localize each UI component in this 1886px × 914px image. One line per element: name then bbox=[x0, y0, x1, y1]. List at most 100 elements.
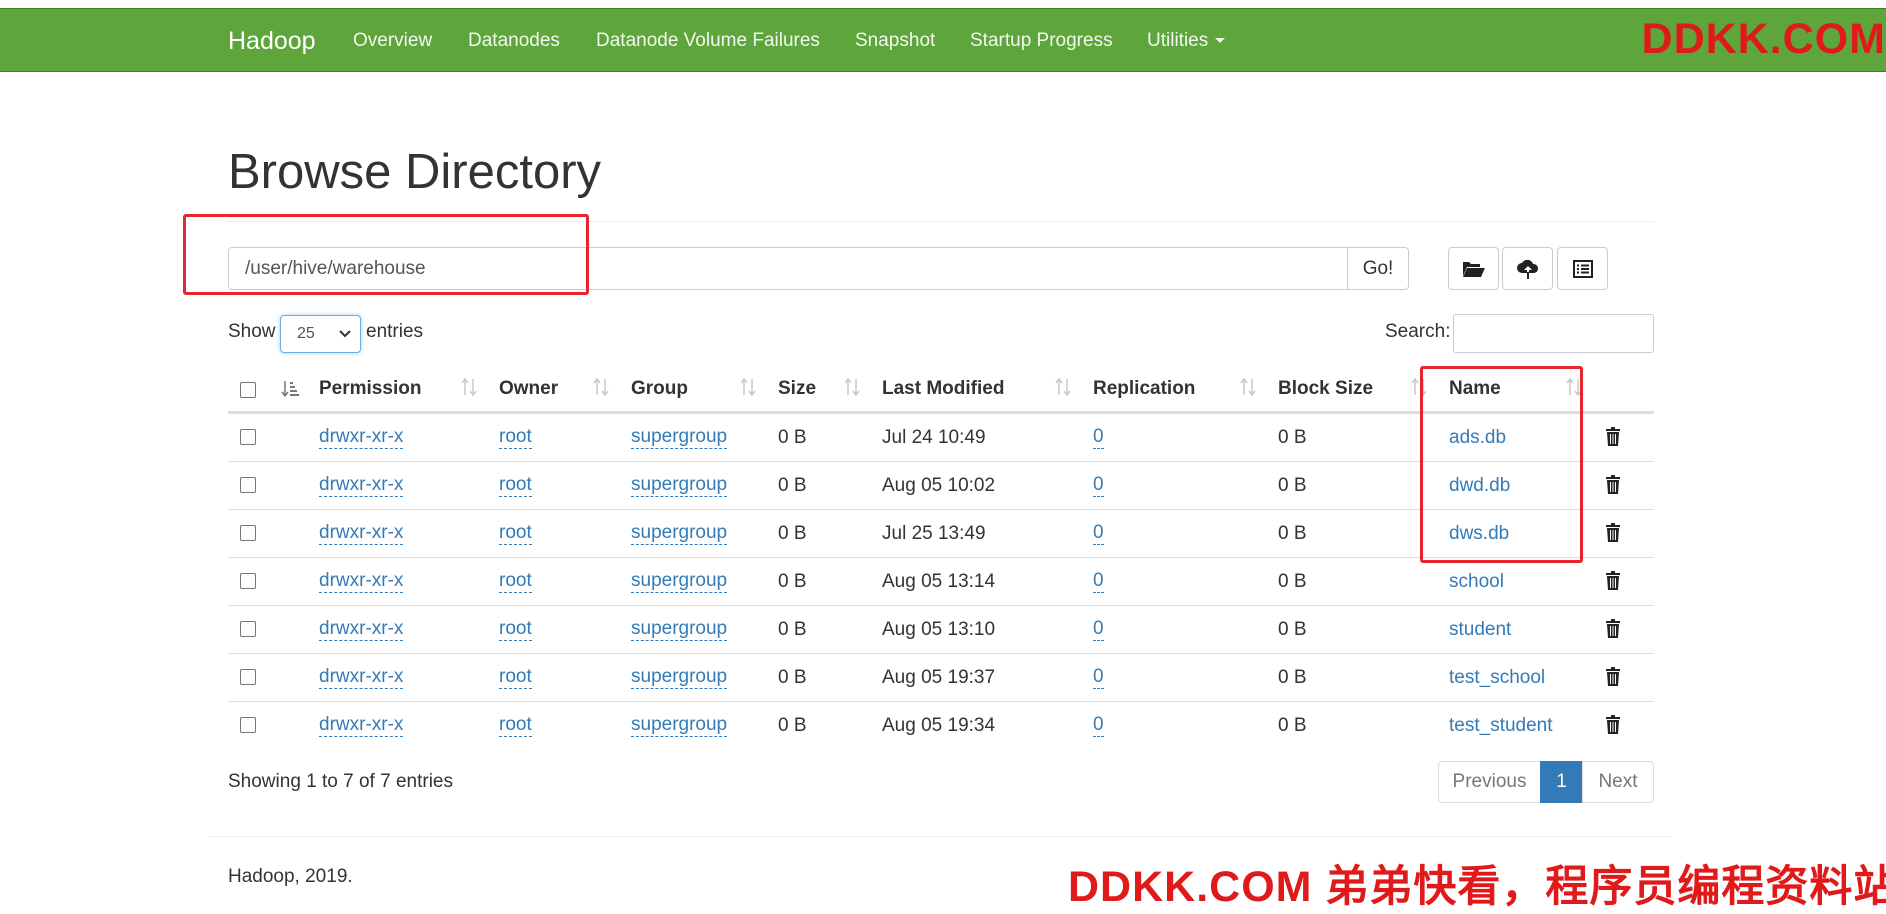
table-row: drwxr-xr-x root supergroup 0 B Aug 05 13… bbox=[228, 605, 1654, 653]
replication-value[interactable]: 0 bbox=[1093, 714, 1104, 737]
column-group[interactable]: Group bbox=[631, 367, 688, 411]
group-value[interactable]: supergroup bbox=[631, 666, 728, 689]
trash-icon[interactable] bbox=[1605, 523, 1621, 543]
file-name-link[interactable]: test_school bbox=[1449, 667, 1545, 689]
entries-per-page-select[interactable]: 25 bbox=[280, 315, 361, 353]
table-row: drwxr-xr-x root supergroup 0 B Aug 05 19… bbox=[228, 653, 1654, 701]
column-last-modified[interactable]: Last Modified bbox=[882, 367, 1004, 411]
sort-both-icon[interactable] bbox=[461, 377, 477, 397]
permission-value[interactable]: drwxr-xr-x bbox=[319, 570, 404, 593]
nav-datanodes[interactable]: Datanodes bbox=[468, 9, 560, 73]
owner-value[interactable]: root bbox=[499, 522, 532, 545]
pagination-next[interactable]: Next bbox=[1582, 761, 1654, 803]
row-checkbox[interactable] bbox=[240, 429, 256, 445]
size-value: 0 B bbox=[778, 714, 807, 736]
trash-icon[interactable] bbox=[1605, 427, 1621, 447]
size-value: 0 B bbox=[778, 522, 807, 544]
top-navbar: Hadoop Overview Datanodes Datanode Volum… bbox=[0, 8, 1886, 72]
column-replication[interactable]: Replication bbox=[1093, 367, 1195, 411]
replication-value[interactable]: 0 bbox=[1093, 522, 1104, 545]
replication-value[interactable]: 0 bbox=[1093, 426, 1104, 449]
sort-both-icon[interactable] bbox=[593, 377, 609, 397]
column-block-size[interactable]: Block Size bbox=[1278, 367, 1373, 411]
entries-select-value: 25 bbox=[297, 325, 315, 342]
trash-icon[interactable] bbox=[1605, 667, 1621, 687]
sort-both-icon[interactable] bbox=[844, 377, 860, 397]
sort-both-icon[interactable] bbox=[1240, 377, 1256, 397]
owner-value[interactable]: root bbox=[499, 570, 532, 593]
file-name-link[interactable]: school bbox=[1449, 571, 1504, 593]
sort-both-icon[interactable] bbox=[740, 377, 756, 397]
group-value[interactable]: supergroup bbox=[631, 570, 728, 593]
nav-startup-progress[interactable]: Startup Progress bbox=[970, 9, 1113, 73]
row-checkbox[interactable] bbox=[240, 621, 256, 637]
group-value[interactable]: supergroup bbox=[631, 426, 728, 449]
permission-value[interactable]: drwxr-xr-x bbox=[319, 666, 404, 689]
column-size[interactable]: Size bbox=[778, 367, 816, 411]
go-button[interactable]: Go! bbox=[1347, 247, 1409, 290]
nav-overview[interactable]: Overview bbox=[353, 9, 432, 73]
trash-icon[interactable] bbox=[1605, 475, 1621, 495]
trash-icon[interactable] bbox=[1605, 571, 1621, 591]
show-label: Show bbox=[228, 321, 276, 342]
row-checkbox[interactable] bbox=[240, 525, 256, 541]
folder-open-icon bbox=[1462, 261, 1485, 277]
replication-value[interactable]: 0 bbox=[1093, 474, 1104, 497]
block-size-value: 0 B bbox=[1278, 570, 1307, 592]
nav-utilities-label: Utilities bbox=[1147, 30, 1209, 51]
pagination-page-1[interactable]: 1 bbox=[1540, 761, 1583, 803]
nav-datanode-volume-failures[interactable]: Datanode Volume Failures bbox=[596, 9, 820, 73]
column-owner[interactable]: Owner bbox=[499, 367, 558, 411]
owner-value[interactable]: root bbox=[499, 474, 532, 497]
file-name-link[interactable]: student bbox=[1449, 619, 1511, 641]
search-input[interactable] bbox=[1453, 314, 1654, 353]
trash-icon[interactable] bbox=[1605, 619, 1621, 639]
row-checkbox[interactable] bbox=[240, 477, 256, 493]
owner-value[interactable]: root bbox=[499, 666, 532, 689]
highlight-path-box bbox=[183, 214, 589, 295]
nav-snapshot[interactable]: Snapshot bbox=[855, 9, 935, 73]
group-value[interactable]: supergroup bbox=[631, 474, 728, 497]
modified-value: Jul 25 13:49 bbox=[882, 522, 986, 544]
replication-value[interactable]: 0 bbox=[1093, 666, 1104, 689]
size-value: 0 B bbox=[778, 474, 807, 496]
cloud-upload-icon bbox=[1516, 259, 1538, 279]
owner-value[interactable]: root bbox=[499, 714, 532, 737]
search-label: Search: bbox=[1385, 321, 1451, 342]
table-row: drwxr-xr-x root supergroup 0 B Aug 05 19… bbox=[228, 701, 1654, 749]
permission-value[interactable]: drwxr-xr-x bbox=[319, 474, 404, 497]
cut-paste-button[interactable] bbox=[1557, 247, 1608, 290]
sort-both-icon[interactable] bbox=[1055, 377, 1071, 397]
nav-utilities-dropdown[interactable]: Utilities bbox=[1147, 9, 1226, 73]
modified-value: Aug 05 19:37 bbox=[882, 666, 996, 688]
replication-value[interactable]: 0 bbox=[1093, 618, 1104, 641]
page-title: Browse Directory bbox=[228, 145, 602, 199]
caret-down-icon bbox=[1215, 38, 1226, 44]
group-value[interactable]: supergroup bbox=[631, 522, 728, 545]
navbar-brand[interactable]: Hadoop bbox=[228, 9, 316, 73]
replication-value[interactable]: 0 bbox=[1093, 570, 1104, 593]
select-all-checkbox[interactable] bbox=[240, 382, 256, 398]
group-value[interactable]: supergroup bbox=[631, 618, 728, 641]
permission-value[interactable]: drwxr-xr-x bbox=[319, 522, 404, 545]
group-value[interactable]: supergroup bbox=[631, 714, 728, 737]
permission-value[interactable]: drwxr-xr-x bbox=[319, 426, 404, 449]
row-checkbox[interactable] bbox=[240, 669, 256, 685]
trash-icon[interactable] bbox=[1605, 715, 1621, 735]
upload-files-button[interactable] bbox=[1502, 247, 1553, 290]
owner-value[interactable]: root bbox=[499, 618, 532, 641]
row-checkbox[interactable] bbox=[240, 573, 256, 589]
permission-value[interactable]: drwxr-xr-x bbox=[319, 618, 404, 641]
create-directory-button[interactable] bbox=[1448, 247, 1499, 290]
column-permission[interactable]: Permission bbox=[319, 367, 421, 411]
owner-value[interactable]: root bbox=[499, 426, 532, 449]
permission-value[interactable]: drwxr-xr-x bbox=[319, 714, 404, 737]
block-size-value: 0 B bbox=[1278, 474, 1307, 496]
chevron-down-icon bbox=[339, 330, 351, 338]
row-checkbox[interactable] bbox=[240, 717, 256, 733]
size-value: 0 B bbox=[778, 426, 807, 448]
pagination-previous[interactable]: Previous bbox=[1438, 761, 1541, 803]
sort-asc-icon[interactable] bbox=[281, 379, 301, 399]
block-size-value: 0 B bbox=[1278, 714, 1307, 736]
file-name-link[interactable]: test_student bbox=[1449, 715, 1553, 737]
